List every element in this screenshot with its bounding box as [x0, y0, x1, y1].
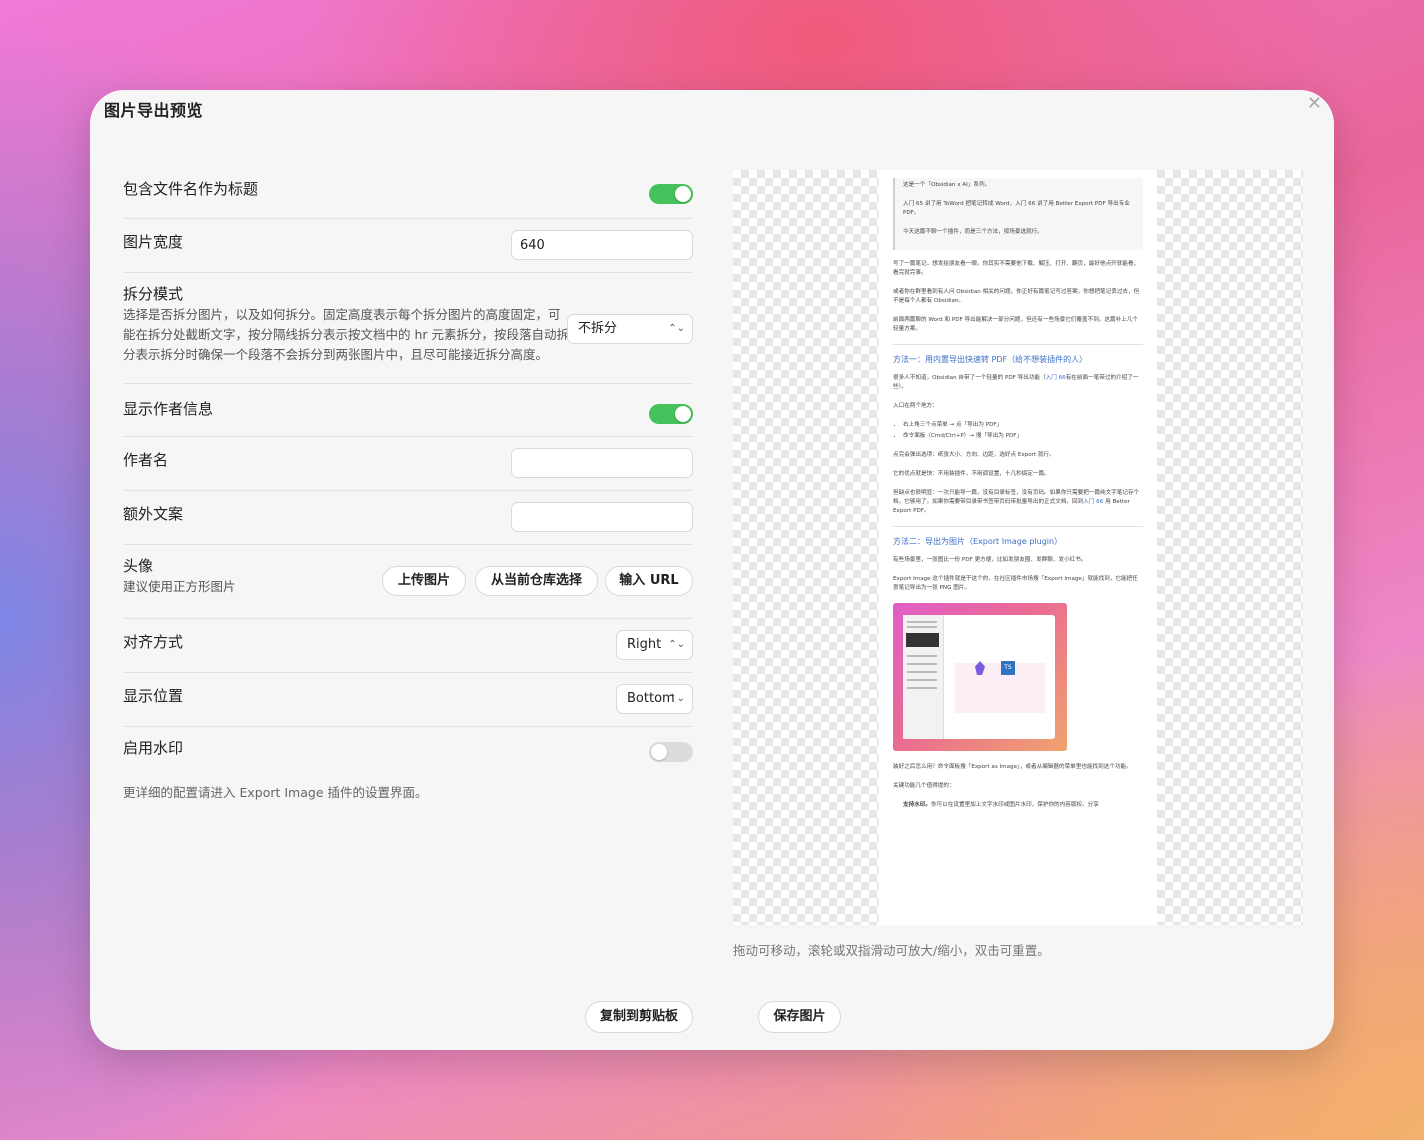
- preview-heading-2: 方法二：导出为图片（Export Image plugin）: [893, 526, 1143, 546]
- setting-split-mode: 拆分模式 选择是否拆分图片，以及如何拆分。固定高度表示每个拆分图片的高度固定，可…: [123, 273, 693, 384]
- extra-text-label: 额外文案: [123, 505, 184, 523]
- settings-panel: 包含文件名作为标题 图片宽度 拆分模式 选择是否拆分图片，以及如何拆分。固定高度…: [123, 168, 693, 777]
- alignment-value: Right: [627, 637, 662, 652]
- preview-entry-list: 右上角三个点菜单 → 点「导出为 PDF」 命令面板（Cmd/Ctrl+P）→ …: [893, 421, 1143, 441]
- chevron-updown-icon: ⌃⌄: [668, 639, 685, 650]
- extra-text-input[interactable]: [511, 502, 693, 532]
- copy-to-clipboard-button[interactable]: 复制到剪贴板: [585, 1001, 693, 1033]
- watermark-label: 启用水印: [123, 739, 184, 757]
- setting-show-author: 显示作者信息: [123, 384, 693, 437]
- split-mode-label: 拆分模式: [123, 285, 184, 303]
- author-name-input[interactable]: [511, 448, 693, 478]
- setting-extra-text: 额外文案: [123, 491, 693, 545]
- setting-include-filename: 包含文件名作为标题: [123, 168, 693, 219]
- show-author-toggle[interactable]: [649, 404, 693, 424]
- include-filename-label: 包含文件名作为标题: [123, 180, 259, 198]
- avatar-label: 头像: [123, 557, 154, 575]
- setting-position: 显示位置 Bottom ⌃⌄: [123, 673, 693, 727]
- watermark-toggle[interactable]: [649, 742, 693, 762]
- image-width-input[interactable]: [511, 230, 693, 260]
- image-preview-canvas[interactable]: 这是一个「Obsidian x AI」系列。 入门 65 讲了用 ToWord …: [733, 170, 1303, 925]
- setting-author-name: 作者名: [123, 437, 693, 491]
- chevron-updown-icon: ⌃⌄: [668, 323, 685, 334]
- close-icon[interactable]: ✕: [1307, 94, 1322, 114]
- dialog-title: 图片导出预览: [104, 101, 204, 120]
- preview-screenshot-image: TS: [893, 603, 1067, 751]
- choose-from-vault-button[interactable]: 从当前仓库选择: [475, 566, 598, 596]
- include-filename-toggle[interactable]: [649, 184, 693, 204]
- upload-image-button[interactable]: 上传图片: [382, 566, 466, 596]
- setting-image-width: 图片宽度: [123, 219, 693, 273]
- setting-watermark: 启用水印: [123, 727, 693, 777]
- enter-url-button[interactable]: 输入 URL: [605, 566, 693, 596]
- alignment-label: 对齐方式: [123, 633, 184, 651]
- split-mode-value: 不拆分: [578, 321, 618, 336]
- typescript-logo-icon: TS: [1001, 661, 1015, 675]
- preview-page: 这是一个「Obsidian x AI」系列。 入门 65 讲了用 ToWord …: [879, 170, 1157, 925]
- split-mode-description: 选择是否拆分图片，以及如何拆分。固定高度表示每个拆分图片的高度固定，可 能在拆分…: [123, 307, 570, 362]
- settings-note: 更详细的配置请进入 Export Image 插件的设置界面。: [123, 785, 428, 800]
- setting-avatar: 头像 建议使用正方形图片 上传图片 从当前仓库选择 输入 URL: [123, 545, 693, 619]
- preview-heading-1: 方法一：用内置导出快速转 PDF（给不想装插件的人）: [893, 344, 1143, 364]
- position-select[interactable]: Bottom ⌃⌄: [616, 684, 693, 714]
- preview-hint: 拖动可移动，滚轮或双指滑动可放大/缩小，双击可重置。: [733, 943, 1050, 958]
- author-name-label: 作者名: [123, 451, 169, 469]
- show-author-label: 显示作者信息: [123, 400, 214, 418]
- alignment-select[interactable]: Right ⌃⌄: [616, 630, 693, 660]
- image-width-label: 图片宽度: [123, 233, 184, 251]
- split-mode-select[interactable]: 不拆分 ⌃⌄: [567, 314, 693, 344]
- chevron-updown-icon: ⌃⌄: [668, 693, 685, 704]
- save-image-button[interactable]: 保存图片: [758, 1001, 841, 1033]
- preview-quote: 这是一个「Obsidian x AI」系列。 入门 65 讲了用 ToWord …: [893, 178, 1143, 250]
- export-image-dialog: 图片导出预览 ✕ 包含文件名作为标题 图片宽度 拆分模式 选择是否拆分图片，以及…: [90, 90, 1334, 1050]
- avatar-hint: 建议使用正方形图片: [123, 579, 236, 594]
- position-label: 显示位置: [123, 687, 184, 705]
- setting-alignment: 对齐方式 Right ⌃⌄: [123, 619, 693, 673]
